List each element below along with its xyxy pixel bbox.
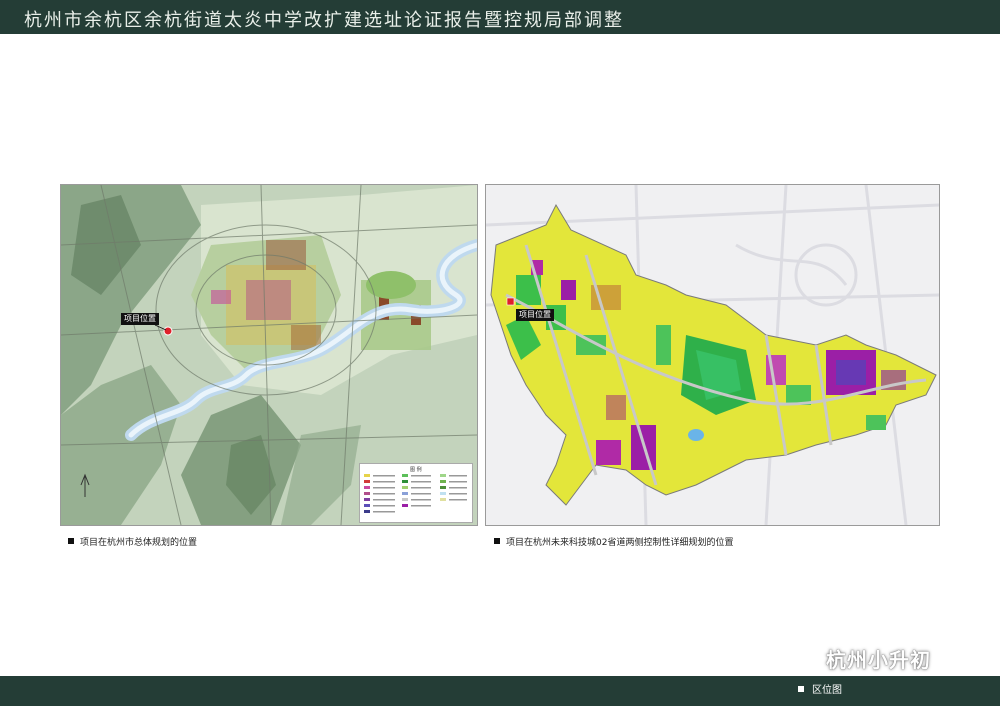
bullet-square bbox=[798, 686, 804, 692]
watermark-text: 杭州小升初 bbox=[826, 648, 931, 672]
left-map-caption: 项目在杭州市总体规划的位置 bbox=[68, 535, 197, 548]
footer-label: 区位图 bbox=[798, 681, 842, 696]
detailed-plan-map-graphic bbox=[486, 185, 939, 525]
bullet-square bbox=[494, 538, 500, 544]
footer-label-text: 区位图 bbox=[812, 685, 842, 696]
wechat-icon bbox=[790, 650, 820, 677]
watermark: 杭州小升初 bbox=[790, 644, 931, 672]
right-map-caption-text: 项目在杭州未来科技城02省道两侧控制性详细规划的位置 bbox=[506, 538, 734, 548]
legend-swatches bbox=[364, 474, 467, 513]
map-legend: 图 例 bbox=[359, 463, 473, 523]
bullet-square bbox=[68, 538, 74, 544]
project-location-label: 项目位置 bbox=[516, 309, 554, 321]
master-plan-map: 项目位置 图 例 bbox=[60, 184, 478, 526]
detailed-plan-map: 项目位置 bbox=[485, 184, 940, 526]
page-title: 杭州市余杭区余杭街道太炎中学改扩建选址论证报告暨控规局部调整 bbox=[24, 10, 624, 31]
project-location-label: 项目位置 bbox=[121, 313, 159, 325]
left-map-caption-text: 项目在杭州市总体规划的位置 bbox=[80, 538, 198, 548]
footer-band bbox=[0, 676, 1000, 706]
right-map-caption: 项目在杭州未来科技城02省道两侧控制性详细规划的位置 bbox=[494, 535, 733, 548]
